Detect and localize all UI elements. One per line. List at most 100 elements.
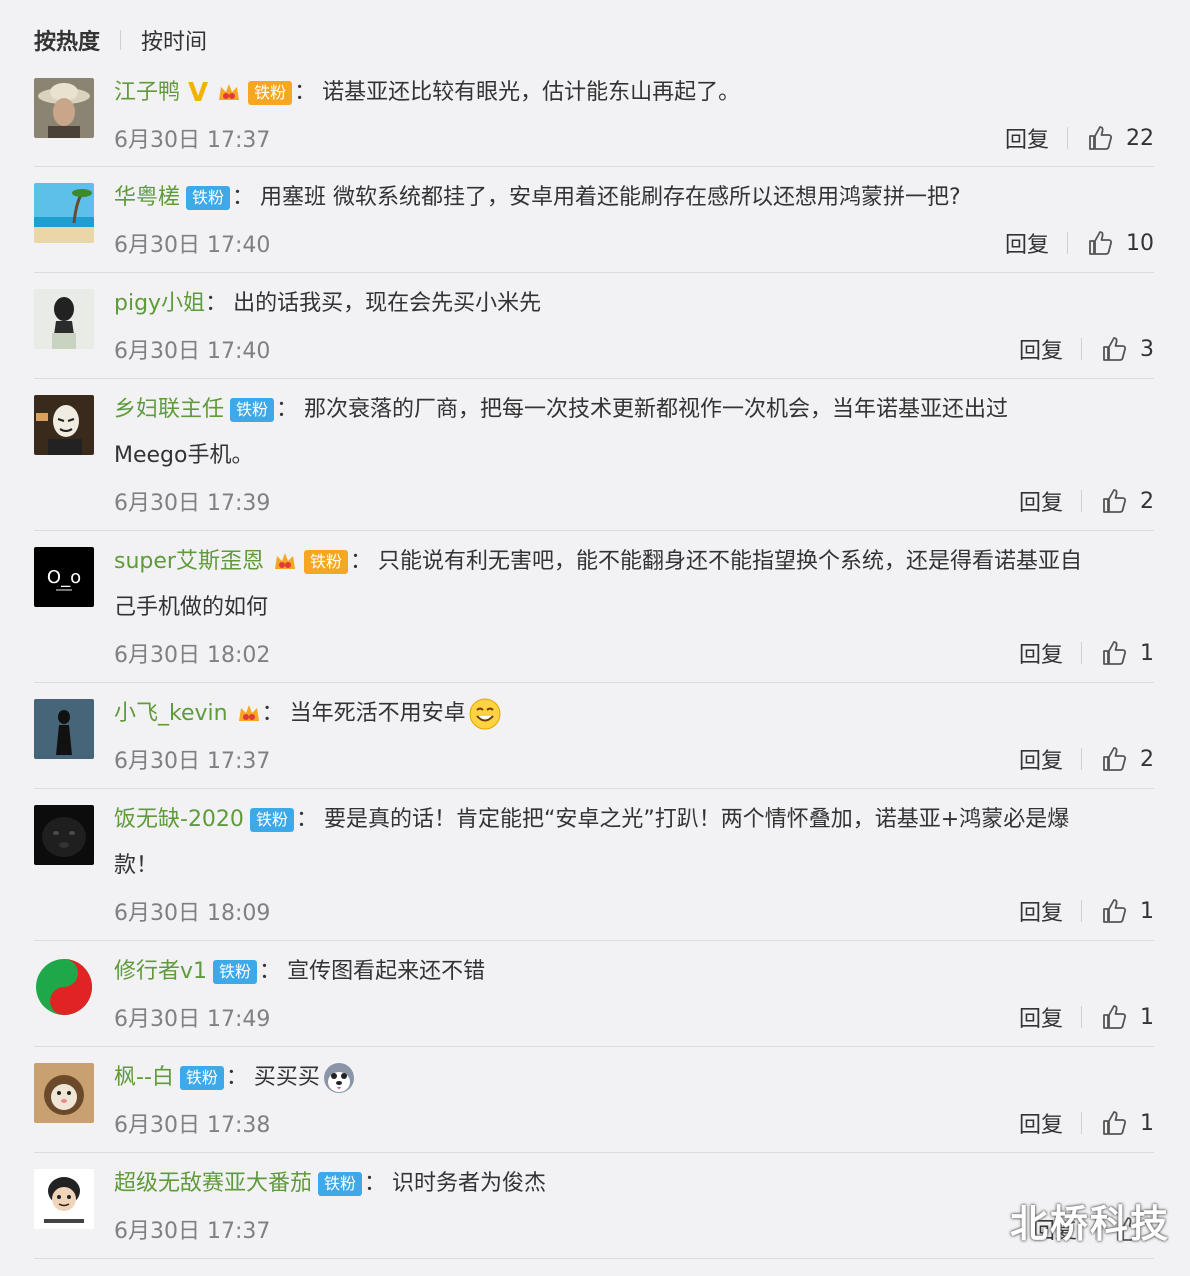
fan-crown-icon — [236, 701, 262, 727]
reply-button[interactable]: 回复 — [1005, 227, 1049, 259]
thumbs-up-icon[interactable] — [1100, 745, 1128, 773]
comment-author-link[interactable]: 小飞_kevin — [114, 691, 228, 737]
comment-item: 小飞_kevin ： 当年死活不用安卓 6月30日 17:37 回复 2 — [34, 683, 1154, 789]
colon: ： — [364, 1171, 387, 1196]
comment-text-continued: 款！ — [114, 853, 159, 878]
action-divider — [1067, 232, 1068, 254]
comment-item: 超级无敌赛亚大番茄 铁粉 ： 识时务者为俊杰 6月30日 17:37 回复 — [34, 1153, 1154, 1259]
reply-button[interactable]: 回复 — [1019, 333, 1063, 365]
comment-text: 用塞班 微软系统都挂了，安卓用着还能刷存在感所以还想用鸿蒙拼一把? — [260, 185, 961, 210]
avatar[interactable] — [34, 957, 94, 1017]
comment-time: 6月30日 17:40 — [114, 339, 271, 364]
comment-item: 江子鸭 V 铁粉 ： 诺基亚还比较有眼光，估计能东山再起了。 6月30日 17:… — [34, 62, 1154, 167]
action-divider — [1081, 1006, 1082, 1028]
avatar[interactable] — [34, 699, 94, 759]
like-count: 3 — [1140, 336, 1154, 362]
fan-crown-icon — [216, 80, 242, 106]
avatar[interactable] — [34, 78, 94, 138]
reply-button[interactable]: 回复 — [1019, 1001, 1063, 1033]
thumbs-up-icon[interactable] — [1100, 897, 1128, 925]
avatar[interactable] — [34, 289, 94, 349]
comment-item: 枫--白 铁粉 ： 买买买 6月30日 17:38 回复 1 — [34, 1047, 1154, 1153]
colon: ： — [225, 1065, 248, 1090]
comment-item: 乡妇联主任 铁粉 ： 那次衰落的厂商，把每一次技术更新都视作一次机会，当年诺基亚… — [34, 379, 1154, 531]
comment-text: 买买买 — [253, 1065, 320, 1090]
reply-button[interactable]: 回复 — [1019, 485, 1063, 517]
comment-author-link[interactable]: super艾斯歪恩 — [114, 539, 264, 585]
comment-item: 饭无缺-2020 铁粉 ： 要是真的话！肯定能把“安卓之光”打趴！两个情怀叠加，… — [34, 789, 1154, 941]
sort-bar: 按热度 按时间 — [34, 22, 207, 58]
comment-author-link[interactable]: 超级无敌赛亚大番茄 — [114, 1161, 312, 1207]
thumbs-up-icon[interactable] — [1100, 487, 1128, 515]
comment-author-link[interactable]: 枫--白 — [114, 1055, 174, 1101]
comment-time: 6月30日 17:37 — [114, 1219, 271, 1244]
iron-fan-badge[interactable]: 铁粉 — [179, 1066, 224, 1090]
comment-time: 6月30日 18:02 — [114, 643, 271, 668]
avatar[interactable] — [34, 1169, 94, 1229]
thumbs-up-icon[interactable] — [1086, 229, 1114, 257]
like-count: 22 — [1126, 125, 1154, 151]
comment-time: 6月30日 17:37 — [114, 749, 271, 774]
comment-item: 华粤槎 铁粉 ： 用塞班 微软系统都挂了，安卓用着还能刷存在感所以还想用鸿蒙拼一… — [34, 167, 1154, 273]
comment-text-continued: 己手机做的如何 — [114, 595, 269, 620]
comment-author-link[interactable]: 华粤槎 — [114, 175, 180, 221]
iron-fan-badge[interactable]: 铁粉 — [303, 550, 348, 574]
iron-fan-badge[interactable]: 铁粉 — [249, 808, 294, 832]
comment-time: 6月30日 18:09 — [114, 901, 271, 926]
comment-author-link[interactable]: 江子鸭 — [114, 70, 180, 116]
colon: ： — [276, 397, 299, 422]
colon: ： — [295, 807, 318, 832]
comment-text: 当年死活不用安卓 — [289, 701, 466, 726]
comment-author-link[interactable]: pigy小姐 — [114, 281, 205, 327]
comment-author-link[interactable]: 修行者v1 — [114, 949, 207, 995]
iron-fan-badge[interactable]: 铁粉 — [248, 81, 293, 105]
sort-by-hot-tab[interactable]: 按热度 — [34, 24, 100, 56]
comment-time: 6月30日 17:39 — [114, 491, 271, 516]
comment-author-link[interactable]: 乡妇联主任 — [114, 387, 224, 433]
watermark: 北桥科技 — [1009, 1202, 1170, 1246]
reply-button[interactable]: 回复 — [1019, 1107, 1063, 1139]
thumbs-up-icon[interactable] — [1100, 1003, 1128, 1031]
svg-text:O_o: O_o — [47, 567, 81, 588]
comment-author-link[interactable]: 饭无缺-2020 — [114, 797, 244, 843]
verified-v-icon: V — [188, 78, 209, 108]
action-divider — [1081, 490, 1082, 512]
iron-fan-badge[interactable]: 铁粉 — [213, 960, 258, 984]
colon: ： — [349, 549, 372, 574]
comment-time: 6月30日 17:38 — [114, 1113, 271, 1138]
like-count: 1 — [1140, 1110, 1154, 1136]
comment-text: 要是真的话！肯定能把“安卓之光”打趴！两个情怀叠加，诺基亚+鸿蒙必是爆 — [323, 807, 1070, 832]
colon: ： — [205, 291, 228, 316]
comment-time: 6月30日 17:40 — [114, 233, 271, 258]
avatar[interactable]: O_o — [34, 547, 94, 607]
iron-fan-badge[interactable]: 铁粉 — [318, 1172, 363, 1196]
reply-button[interactable]: 回复 — [1019, 637, 1063, 669]
avatar[interactable] — [34, 805, 94, 865]
comment-time: 6月30日 17:49 — [114, 1007, 271, 1032]
action-divider — [1067, 127, 1068, 149]
reply-button[interactable]: 回复 — [1019, 895, 1063, 927]
avatar[interactable] — [34, 183, 94, 243]
thumbs-up-icon[interactable] — [1086, 124, 1114, 152]
thumbs-up-icon[interactable] — [1100, 335, 1128, 363]
comment-text-continued: Meego手机。 — [114, 443, 254, 468]
colon: ： — [294, 80, 317, 105]
comment-text: 那次衰落的厂商，把每一次技术更新都视作一次机会，当年诺基亚还出过 — [304, 397, 1009, 422]
iron-fan-badge[interactable]: 铁粉 — [186, 186, 231, 210]
avatar[interactable] — [34, 1063, 94, 1123]
comment-text: 只能说有利无害吧，能不能翻身还不能指望换个系统，还是得看诺基亚自 — [377, 549, 1082, 574]
sort-by-time-tab[interactable]: 按时间 — [141, 24, 207, 56]
iron-fan-badge[interactable]: 铁粉 — [230, 398, 275, 422]
colon: ： — [259, 959, 282, 984]
comment-item: 修行者v1 铁粉 ： 宣传图看起来还不错 6月30日 17:49 回复 1 — [34, 941, 1154, 1047]
avatar[interactable] — [34, 395, 94, 455]
like-count: 1 — [1140, 898, 1154, 924]
reply-button[interactable]: 回复 — [1005, 122, 1049, 154]
thumbs-up-icon[interactable] — [1100, 639, 1128, 667]
action-divider — [1081, 338, 1082, 360]
husky-emoji-icon — [322, 1061, 356, 1095]
reply-button[interactable]: 回复 — [1019, 743, 1063, 775]
thumbs-up-icon[interactable] — [1100, 1109, 1128, 1137]
like-count: 1 — [1140, 1004, 1154, 1030]
action-divider — [1081, 1112, 1082, 1134]
